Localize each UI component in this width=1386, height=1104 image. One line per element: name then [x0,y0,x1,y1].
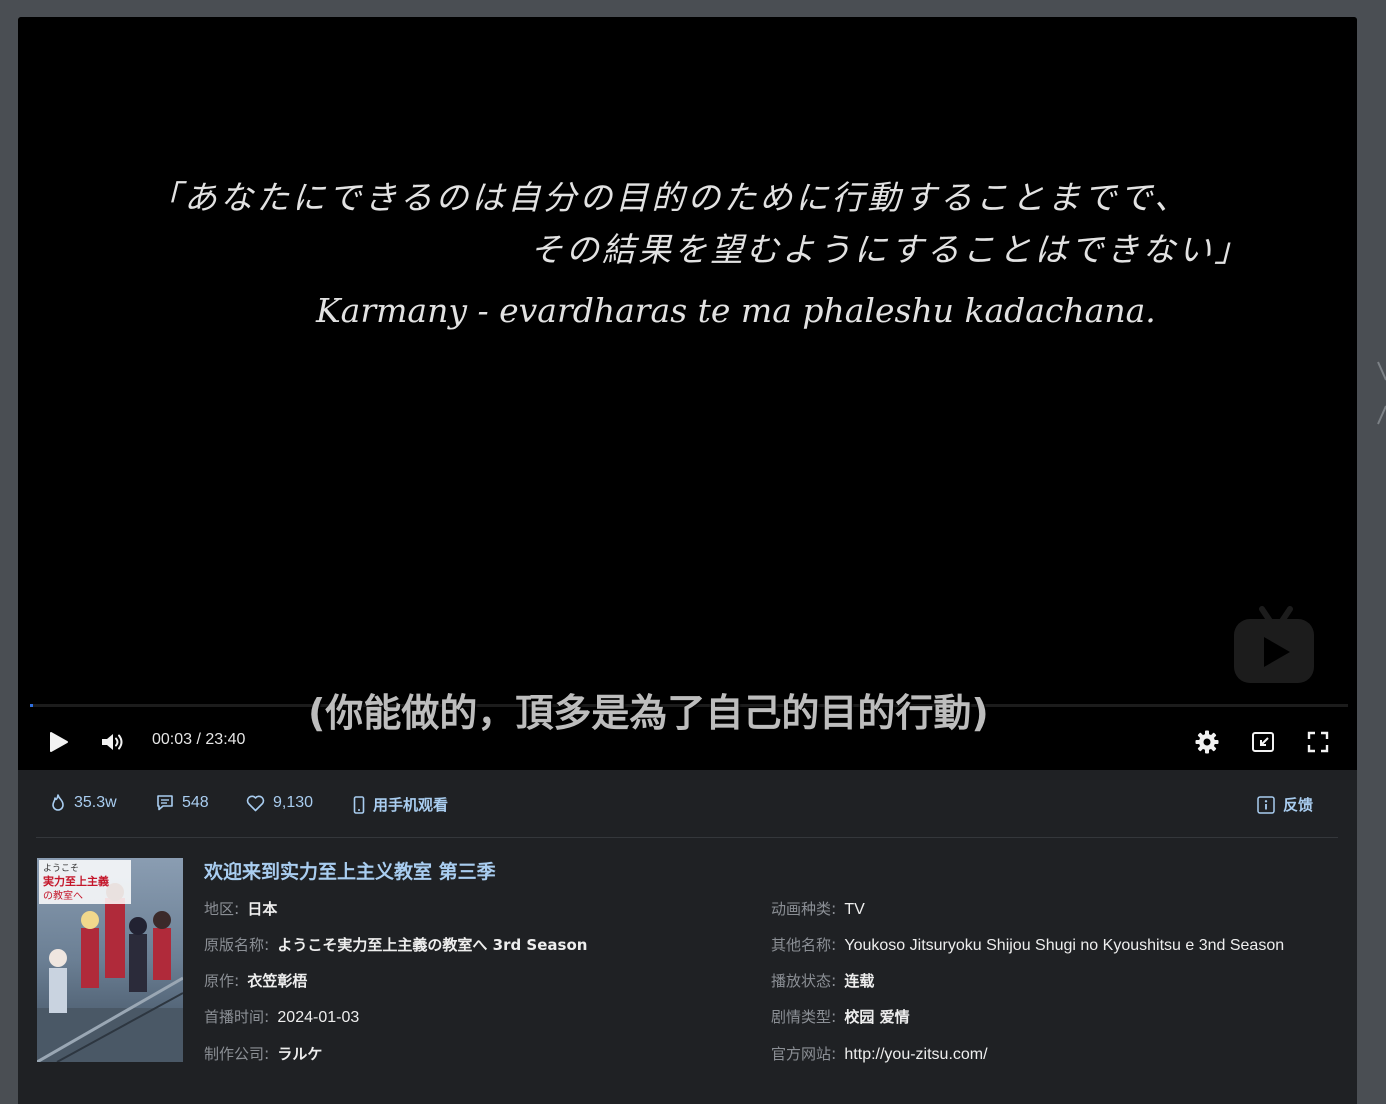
info-label: 官方网站 [771,1045,832,1063]
info-premiere: 首播时间:2024-01-03 [204,1007,360,1026]
info-label: 剧情类型 [771,1008,832,1026]
time-total: 23:40 [205,731,246,748]
anime-poster[interactable]: ようこそ 実力至上主義 の教室へ [37,858,183,1062]
info-studio: 制作公司: ラルケ [204,1044,323,1063]
feedback-button[interactable]: 反馈 [1257,794,1313,815]
settings-button[interactable] [1194,725,1220,759]
fire-icon [52,794,64,811]
info-value: ラルケ [277,1045,323,1063]
info-region: 地区: 日本 [204,899,278,918]
divider [36,837,1338,838]
info-label: 首播时间 [204,1008,265,1026]
info-label: 原版名称 [204,936,265,954]
feedback-label: 反馈 [1283,796,1314,814]
info-label: 其他名称 [771,936,832,954]
comments-stat[interactable]: 548 [156,794,209,812]
bilibili-watermark-icon [1234,606,1314,683]
info-author: 原作: 衣笠彰梧 [204,971,308,990]
video-panel: 「あなたにできるのは自分の目的のために行動することまでで、 その結果を望むように… [18,17,1357,1104]
video-player[interactable]: 「あなたにできるのは自分の目的のために行動することまでで、 その結果を望むように… [18,17,1357,770]
watch-on-mobile-button[interactable]: 用手机观看 [353,794,448,815]
info-value: TV [844,901,865,918]
info-value: 连载 [844,972,875,990]
time-current: 00:03 [152,731,193,748]
video-caption-jp-line1: 「あなたにできるのは自分の目的のために行動することまでで、 [148,178,1191,217]
info-website: 官方网站: http://you-zitsu.com/ [771,1044,988,1064]
time-separator: / [192,731,206,748]
picture-in-picture-button[interactable] [1251,725,1275,759]
poster-text-line2: 実力至上主義 [43,874,109,888]
info-label: 地区 [204,900,235,918]
info-value: 日本 [247,900,278,918]
comments-count: 548 [182,794,209,811]
info-value: ようこそ実力至上主義の教室へ 3rd Season [277,936,588,954]
play-icon [50,732,68,752]
info-status: 播放状态: 连载 [771,971,875,990]
info-type: 动画种类: TV [771,899,865,918]
info-value: 2024-01-03 [277,1009,360,1026]
info-label: 原作 [204,972,235,990]
video-caption-jp-line2: その結果を望むようにすることはできない」 [530,230,1251,269]
info-value: 校园 爱情 [844,1008,910,1026]
info-original-name: 原版名称: ようこそ実力至上主義の教室へ 3rd Season [204,935,588,954]
info-value: Youkoso Jitsuryoku Shijou Shugi no Kyous… [844,937,1285,954]
info-label: 播放状态 [771,972,832,990]
comment-icon [157,795,173,811]
poster-text-line3: の教室へ [43,889,83,902]
info-icon [1257,795,1275,814]
poster-artwork: ようこそ 実力至上主義 の教室へ [37,858,183,1062]
poster-text-line1: ようこそ [43,863,79,874]
progress-bar-fill [30,704,34,707]
picture-in-picture-icon [1252,732,1274,752]
official-website-link[interactable]: http://you-zitsu.com/ [844,1046,987,1064]
likes-count: 9,130 [273,794,314,811]
phone-icon [353,795,365,814]
watch-on-mobile-label: 用手机观看 [373,796,449,814]
likes-stat[interactable]: 9,130 [246,794,313,812]
video-stats-bar: 35.3w 548 9,130 用手机观看 反馈 [18,770,1357,838]
volume-button[interactable] [100,725,126,759]
info-genre: 剧情类型: 校园 爱情 [771,1007,910,1026]
anime-title[interactable]: 欢迎来到实力至上主义教室 第三季 [204,857,496,884]
settings-icon [1195,730,1219,754]
info-other-name: 其他名称: Youkoso Jitsuryoku Shijou Shugi no … [771,935,1285,954]
fullscreen-icon [1307,731,1329,753]
info-value: 衣笠彰梧 [247,972,308,990]
fullscreen-button[interactable] [1306,725,1330,759]
views-stat: 35.3w [50,794,117,812]
info-label: 制作公司 [204,1045,265,1063]
heart-icon [246,795,265,811]
next-chevron-icon[interactable] [1376,358,1386,428]
video-subtitle: (你能做的，頂多是為了自己的目的行動) [308,691,989,735]
info-label: 动画种类 [771,900,832,918]
video-caption-en: Karmany - evardharas te ma phaleshu kada… [316,291,1156,330]
volume-icon [102,734,123,750]
play-button[interactable] [46,725,70,759]
views-count: 35.3w [74,794,117,811]
time-display: 00:03 / 23:40 [152,731,245,749]
